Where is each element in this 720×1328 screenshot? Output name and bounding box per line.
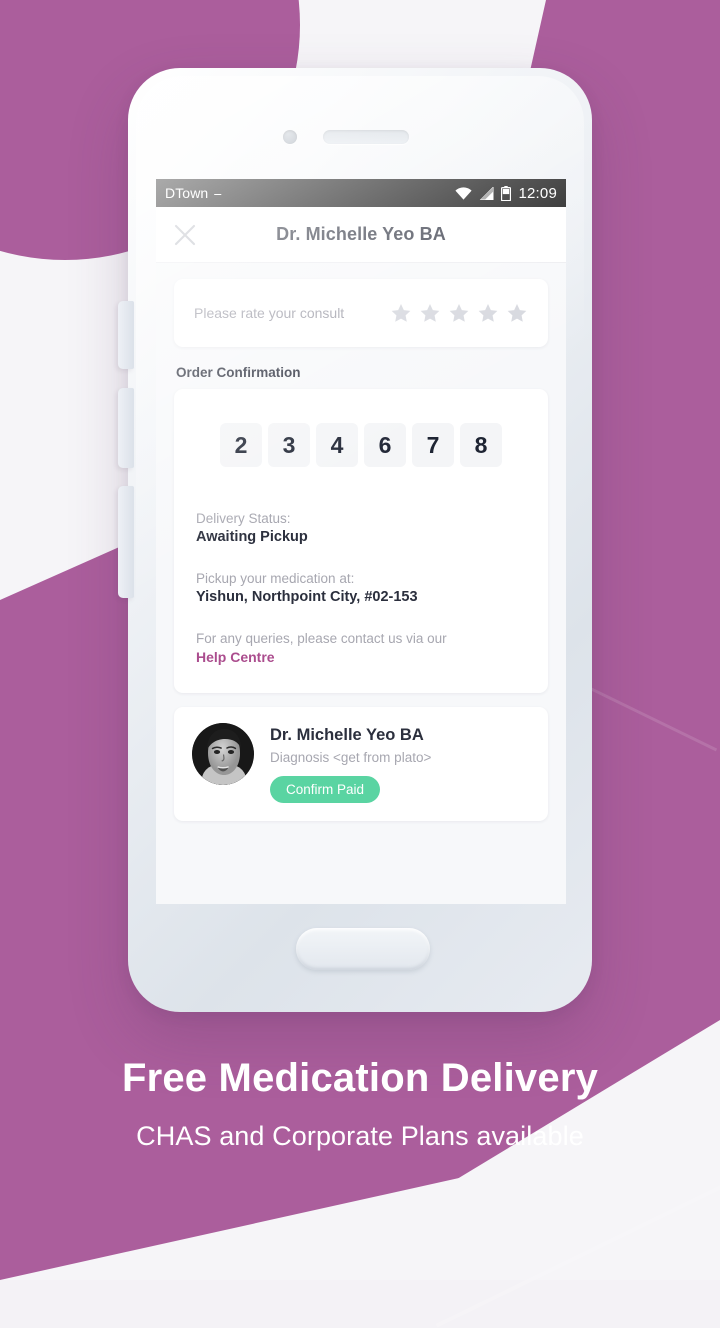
cellular-signal-icon <box>480 186 494 200</box>
star-icon[interactable] <box>448 302 470 324</box>
status-bar-clock: 12:09 <box>518 184 557 202</box>
doctor-avatar-photo <box>192 723 254 785</box>
order-code-digit: 7 <box>412 423 454 467</box>
rating-label: Please rate your consult <box>194 305 345 321</box>
order-code-digit: 2 <box>220 423 262 467</box>
star-icon[interactable] <box>390 302 412 324</box>
doctor-name: Dr. Michelle Yeo BA <box>270 726 424 744</box>
status-bar: DTown ⎯ 12:09 <box>156 179 566 207</box>
doctor-info: Dr. Michelle Yeo BA Diagnosis <get from … <box>270 723 431 803</box>
earpiece-speaker-icon <box>323 130 409 144</box>
order-code-digit: 3 <box>268 423 310 467</box>
phone-screen: DTown ⎯ 12:09 Dr. Michelle Yeo BA Please… <box>156 179 566 904</box>
screen-content: Please rate your consult Order Confirmat… <box>156 263 566 904</box>
rating-card: Please rate your consult <box>174 279 548 347</box>
carrier-label: DTown <box>165 185 209 201</box>
promo-banner: Free Medication Delivery CHAS and Corpor… <box>0 1055 720 1152</box>
promo-subline: CHAS and Corporate Plans available <box>136 1121 584 1151</box>
doctor-diagnosis: Diagnosis <get from plato> <box>270 750 432 765</box>
confirm-paid-button[interactable]: Confirm Paid <box>270 776 381 803</box>
order-code-row: 2 3 4 6 7 8 <box>196 423 526 467</box>
app-bar: Dr. Michelle Yeo BA <box>156 207 566 263</box>
network-badge-icon: ⎯ <box>214 185 222 201</box>
queries-text: For any queries, please contact us via o… <box>196 631 447 646</box>
phone-side-button-bottom[interactable] <box>118 486 134 598</box>
battery-half-icon <box>501 185 512 201</box>
order-code-digit: 6 <box>364 423 406 467</box>
status-bar-icons: 12:09 <box>455 185 557 202</box>
pickup-location-value: Yishun, Northpoint City, #02-153 <box>196 589 418 605</box>
close-icon[interactable] <box>172 222 198 248</box>
help-centre-link[interactable]: Help Centre <box>196 649 275 665</box>
page-title: Dr. Michelle Yeo BA <box>276 224 446 244</box>
promo-headline: Free Medication Delivery <box>121 1056 599 1100</box>
home-button[interactable] <box>296 928 430 970</box>
doctor-card: Dr. Michelle Yeo BA Diagnosis <get from … <box>174 707 548 821</box>
order-code-digit: 4 <box>316 423 358 467</box>
phone-side-button-top[interactable] <box>118 301 134 369</box>
star-icon[interactable] <box>419 302 441 324</box>
phone-mockup: DTown ⎯ 12:09 Dr. Michelle Yeo BA Please… <box>118 68 592 1012</box>
order-confirmation-card: 2 3 4 6 7 8 Delivery Status: Awaiting Pi… <box>174 389 548 693</box>
star-icon[interactable] <box>506 302 528 324</box>
order-confirmation-heading: Order Confirmation <box>176 365 301 380</box>
rating-stars[interactable] <box>390 302 528 324</box>
order-code-digit: 8 <box>460 423 502 467</box>
phone-side-button-middle[interactable] <box>118 388 134 468</box>
delivery-status-label: Delivery Status: <box>196 511 291 526</box>
pickup-location-label: Pickup your medication at: <box>196 571 355 586</box>
camera-dot-icon <box>283 130 297 144</box>
delivery-status-value: Awaiting Pickup <box>196 529 308 545</box>
wifi-icon <box>455 186 473 200</box>
star-icon[interactable] <box>477 302 499 324</box>
